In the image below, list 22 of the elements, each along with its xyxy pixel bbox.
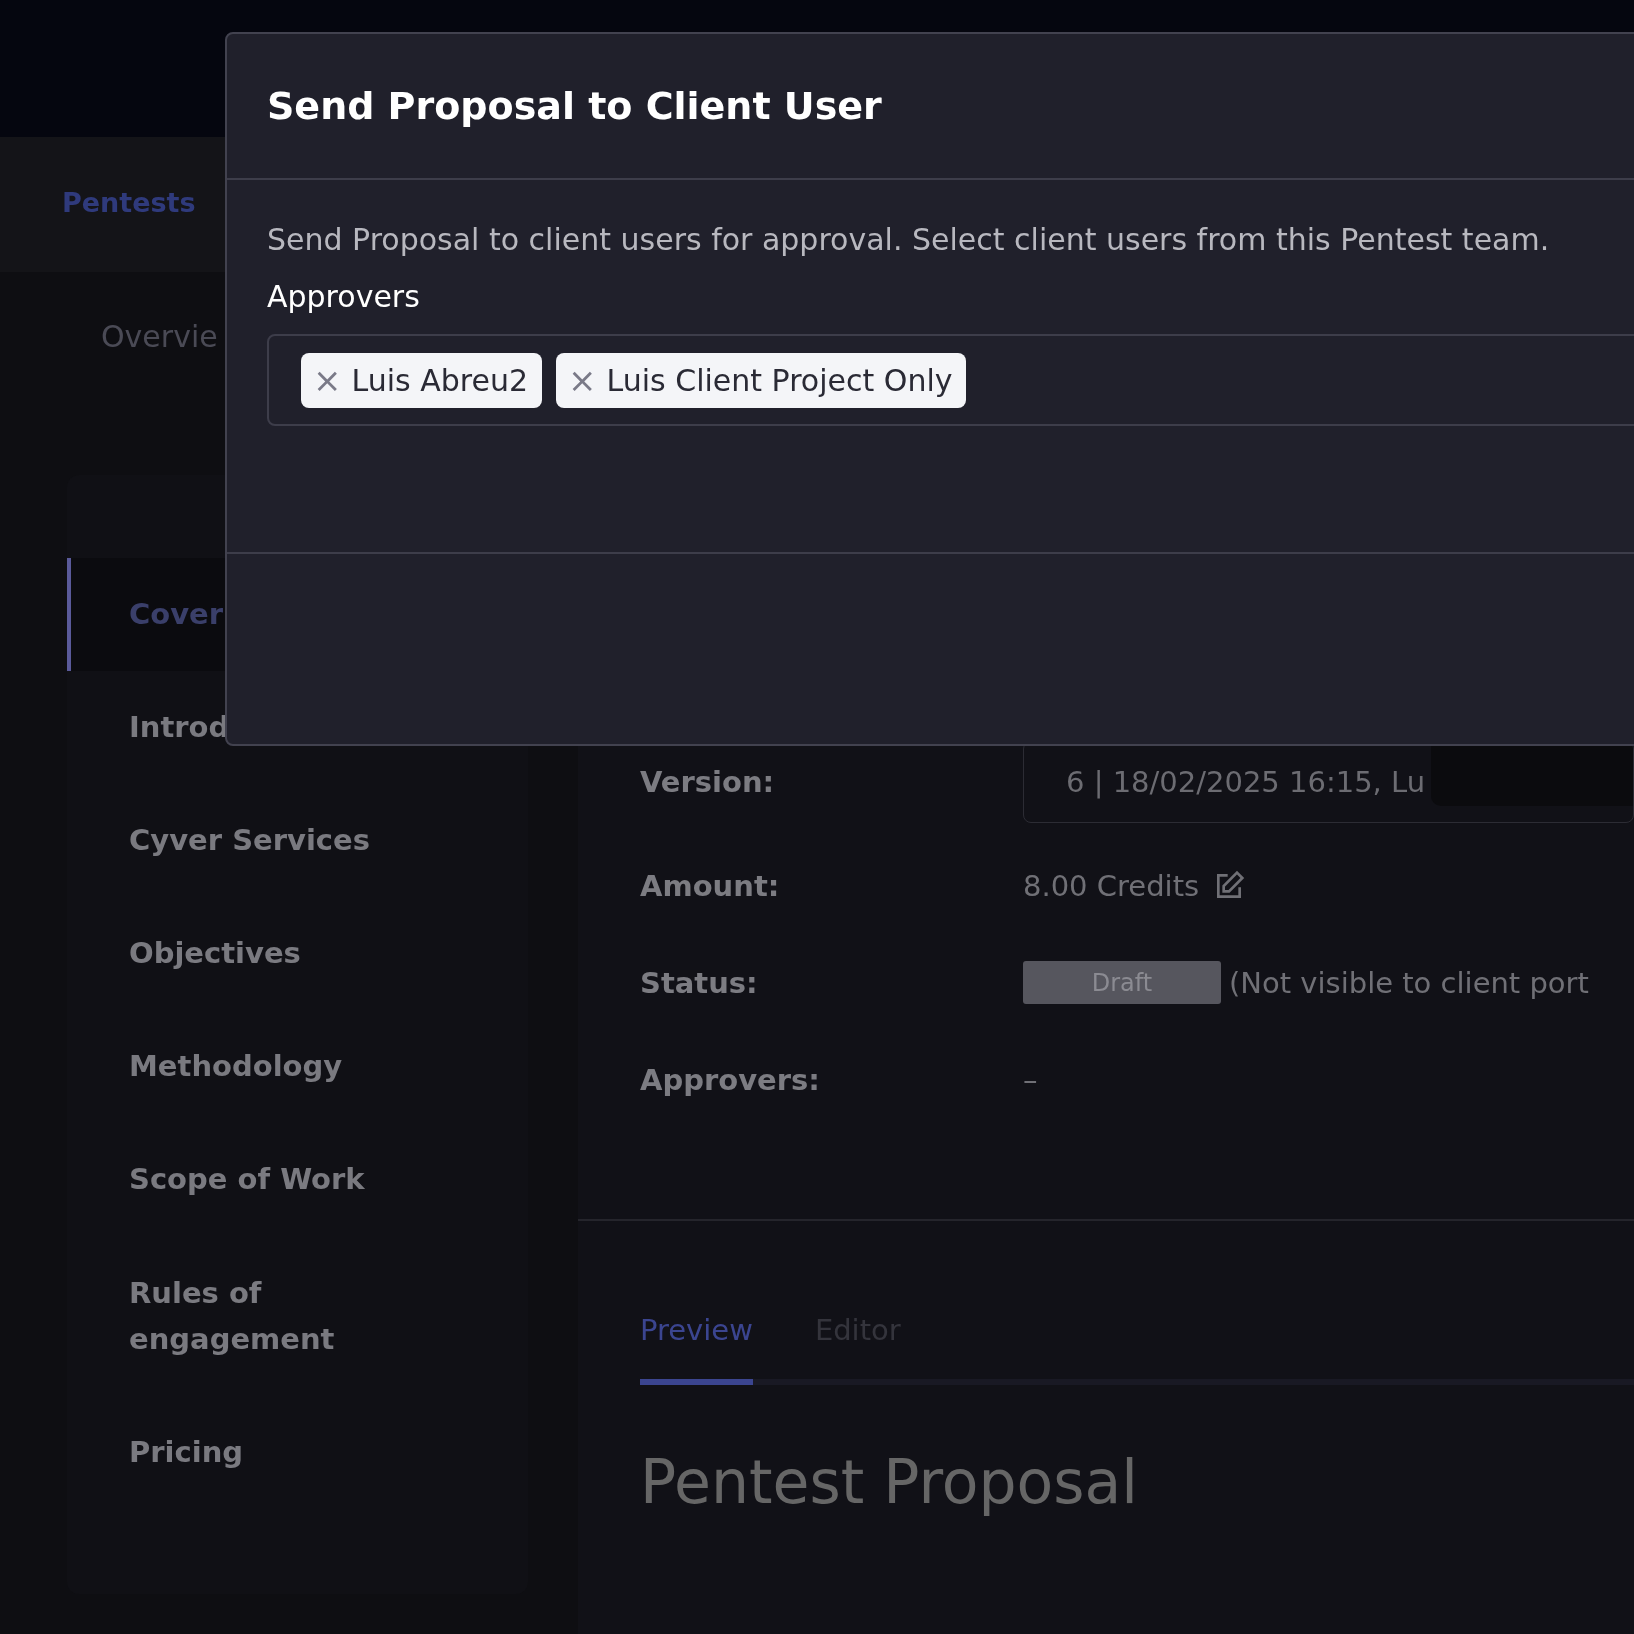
approver-chip[interactable]: × Luis Client Project Only <box>556 352 967 408</box>
modal-description: Send Proposal to client users for approval. Select client users from this Pentest team. <box>267 222 1551 257</box>
approver-chip[interactable]: × Luis Abreu2 <box>301 352 542 408</box>
field-label: Approvers <box>267 279 421 314</box>
remove-icon[interactable]: × <box>568 363 597 397</box>
sidebar-item[interactable]: Objectives <box>67 897 528 1010</box>
sidebar-item[interactable]: Methodology <box>67 1010 528 1123</box>
sidebar-item[interactable]: Pricing <box>67 1396 528 1509</box>
approvers-select[interactable]: × Luis Abreu2 × Luis Client Project Only <box>267 334 1634 426</box>
modal-title: Send Proposal to Client User <box>267 84 882 128</box>
field-label: Approvers: <box>640 1062 821 1097</box>
remove-icon[interactable]: × <box>313 363 342 397</box>
amount-value: 8.00 Credits <box>1023 868 1200 903</box>
document-heading: Pentest Proposal <box>640 1447 1138 1517</box>
field-label: Status: <box>640 965 759 1000</box>
status-note: (Not visible to client port <box>1229 965 1589 1000</box>
approvers-value: – <box>1023 1062 1038 1097</box>
sidebar-item[interactable]: Rules of engagement <box>67 1236 528 1396</box>
field-label: Version: <box>640 765 776 799</box>
sidebar-item[interactable]: Cyver Services <box>67 784 528 897</box>
field-label: Amount: <box>640 868 781 903</box>
sidebar-item[interactable]: Scope of Work <box>67 1123 528 1236</box>
